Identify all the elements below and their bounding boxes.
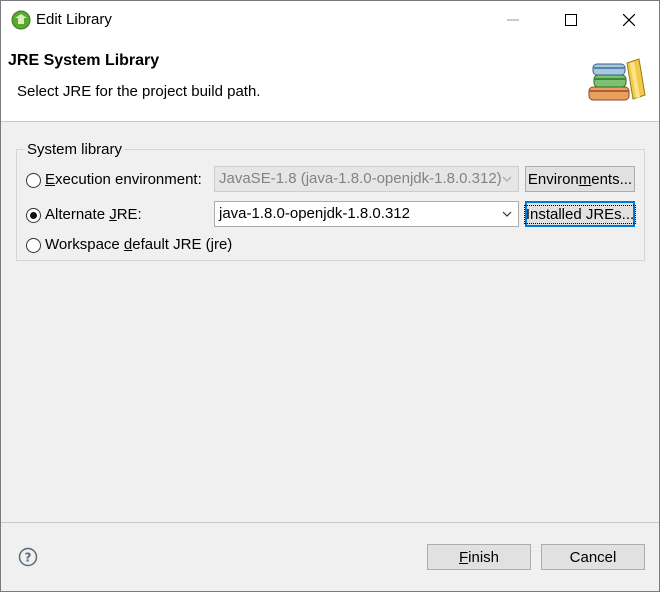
chevron-down-icon — [502, 167, 512, 191]
maximize-icon — [565, 14, 577, 26]
alternate-jre-combo-value: java-1.8.0-openjdk-1.8.0.312 — [219, 205, 410, 222]
execution-environment-combo-value: JavaSE-1.8 (java-1.8.0-openjdk-1.8.0.312… — [219, 170, 502, 187]
window-title: Edit Library — [36, 11, 112, 28]
books-icon — [588, 58, 646, 101]
cancel-label: Cancel — [569, 548, 617, 566]
header-banner: JRE System Library Select JRE for the pr… — [1, 39, 659, 122]
alternate-jre-combo[interactable]: java-1.8.0-openjdk-1.8.0.312 — [214, 201, 519, 227]
system-library-group: System library Execution environment: Ja… — [16, 141, 645, 261]
workspace-default-jre-label[interactable]: Workspace default JRE (jre) — [45, 236, 232, 253]
footer-separator — [1, 522, 659, 523]
group-label: System library — [25, 141, 125, 158]
environments-button[interactable]: Environments... — [525, 166, 635, 192]
execution-environment-label[interactable]: Execution environment: — [45, 171, 202, 188]
eclipse-app-icon — [11, 10, 31, 30]
help-icon[interactable]: ? — [18, 547, 38, 567]
installed-jres-label: Installed JREs... — [523, 204, 637, 224]
cancel-button[interactable]: Cancel — [541, 544, 645, 570]
close-icon — [623, 14, 635, 26]
workspace-default-jre-radio[interactable] — [26, 238, 41, 253]
alternate-jre-radio[interactable] — [26, 208, 41, 223]
chevron-down-icon — [502, 202, 512, 226]
close-button[interactable] — [601, 1, 657, 39]
minimize-icon — [507, 19, 519, 21]
title-bar: Edit Library — [1, 1, 659, 39]
finish-button[interactable]: Finish — [427, 544, 531, 570]
execution-environment-radio[interactable] — [26, 173, 41, 188]
maximize-button[interactable] — [543, 1, 599, 39]
execution-environment-combo[interactable]: JavaSE-1.8 (java-1.8.0-openjdk-1.8.0.312… — [214, 166, 519, 192]
page-description: Select JRE for the project build path. — [17, 83, 261, 100]
minimize-button[interactable] — [485, 1, 541, 39]
alternate-jre-label[interactable]: Alternate JRE: — [45, 206, 142, 223]
edit-library-dialog: Edit Library JRE System Library Select J… — [0, 0, 660, 592]
svg-text:?: ? — [25, 551, 32, 565]
installed-jres-button[interactable]: Installed JREs... — [523, 201, 637, 227]
page-title: JRE System Library — [8, 52, 160, 69]
